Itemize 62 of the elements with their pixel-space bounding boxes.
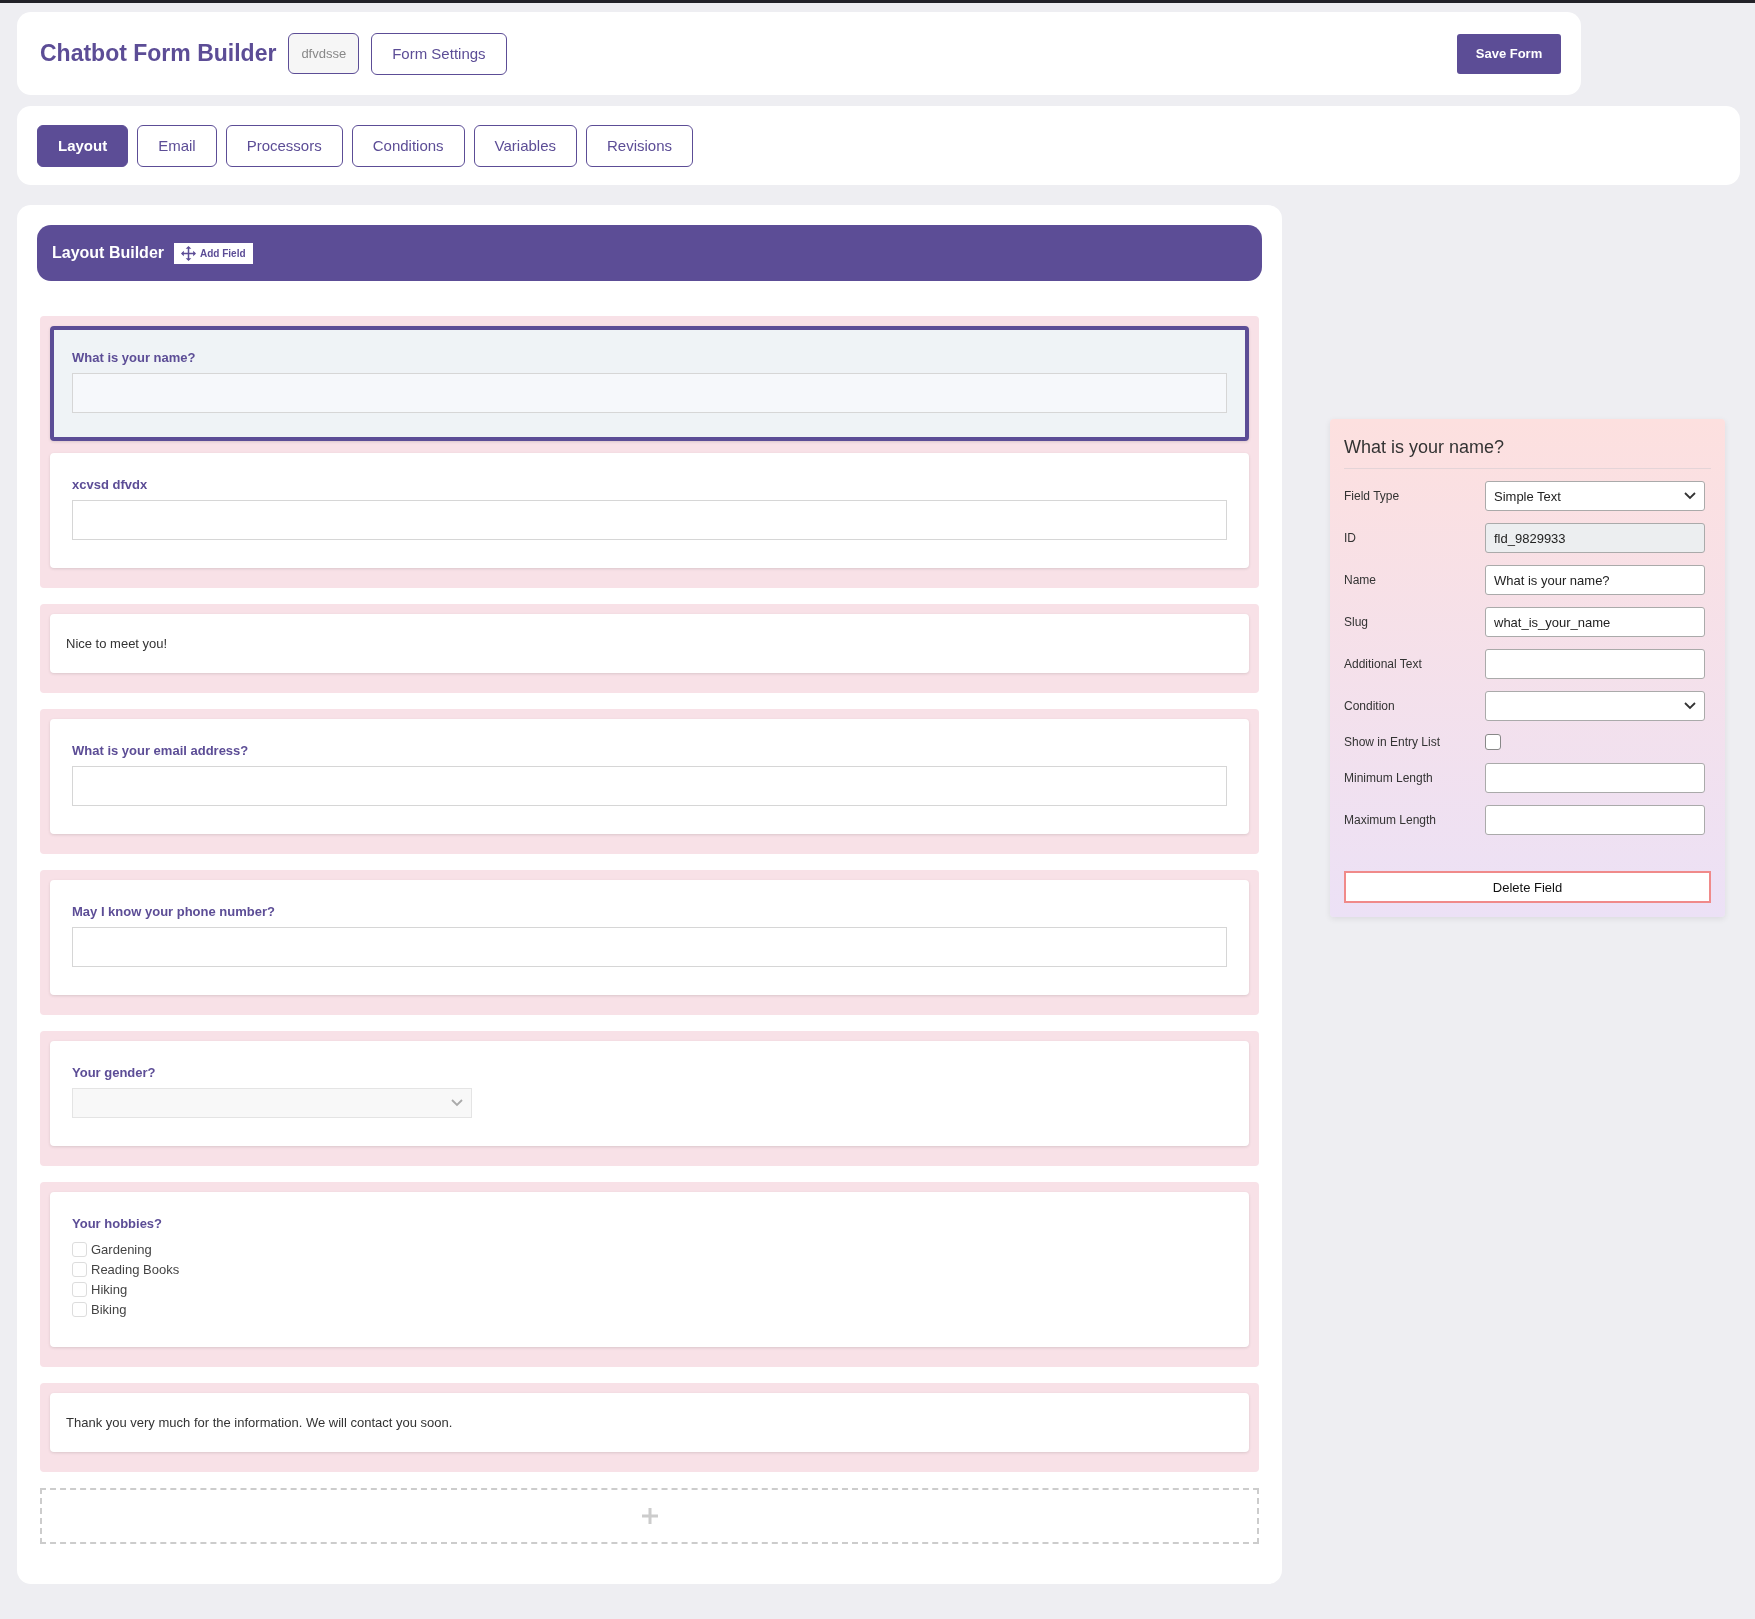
field-label: May I know your phone number? (72, 904, 276, 919)
tab[interactable]: Conditions (351, 124, 465, 167)
panel-title: What is your name? (1344, 437, 1711, 469)
form-settings-button[interactable]: Form Settings (371, 32, 507, 75)
message-text: Thank you very much for the information. We will contact you soon. (66, 1415, 454, 1430)
save-button[interactable]: Save Form (1457, 33, 1561, 74)
text-block[interactable]: Thank you very much for the information. We will contact you soon. (50, 1393, 1249, 1452)
setting-label: ID (1344, 531, 1357, 545)
field-card[interactable]: xcvsd dfvdx (50, 453, 1249, 568)
tab[interactable]: Variables (473, 124, 578, 167)
input-field[interactable]: What is your name? (1485, 565, 1705, 595)
setting-label: Additional Text (1344, 657, 1423, 671)
setting-label: Condition (1344, 699, 1396, 713)
input-field[interactable]: fld_9829933 (1485, 523, 1705, 553)
setting-label: Minimum Length (1344, 771, 1434, 785)
field-label: What is your name? (72, 350, 197, 365)
field-label: Your hobbies? (72, 1216, 164, 1231)
builder-title: Layout Builder (52, 244, 164, 262)
text-block[interactable]: Nice to meet you! (50, 614, 1249, 673)
form-slug: dfvdsse (288, 33, 360, 74)
setting-label: Slug (1344, 615, 1370, 629)
add-row-dropzone[interactable] (40, 1488, 1259, 1544)
option-label: Biking (91, 1301, 127, 1317)
setting-label: Show in Entry List (1344, 735, 1442, 749)
input-field[interactable] (1485, 805, 1705, 835)
tab[interactable]: Layout (37, 124, 129, 167)
chevron-down-icon (451, 1099, 463, 1107)
tab[interactable]: Email (137, 124, 217, 167)
move-arrows-icon (181, 245, 196, 261)
plus-icon (640, 1507, 659, 1525)
dropdown[interactable] (72, 1088, 472, 1118)
app-title: Chatbot Form Builder (40, 40, 277, 67)
option-label: Gardening (91, 1241, 152, 1257)
text-input[interactable] (72, 927, 1227, 967)
select-field[interactable] (1485, 691, 1705, 721)
text-input[interactable] (72, 500, 1227, 540)
field-card[interactable]: May I know your phone number? (50, 880, 1249, 995)
option-label: Reading Books (91, 1261, 180, 1277)
chevron-down-icon (1684, 492, 1696, 500)
field-label: xcvsd dfvdx (72, 477, 149, 492)
add-field-button[interactable]: Add Field (174, 242, 253, 264)
text-input[interactable] (72, 373, 1227, 413)
input-field[interactable] (1485, 763, 1705, 793)
tab[interactable]: Revisions (586, 124, 694, 167)
chevron-down-icon (1684, 702, 1696, 710)
setting-label: Field Type (1344, 489, 1401, 503)
field-card[interactable]: What is your email address? (50, 719, 1249, 834)
field-card[interactable]: Your gender? (50, 1041, 1249, 1146)
checkbox[interactable] (1485, 734, 1501, 750)
message-text: Nice to meet you! (66, 636, 169, 651)
field-card[interactable]: What is your name? (50, 326, 1249, 441)
field-label: What is your email address? (72, 743, 250, 758)
select-field[interactable]: Simple Text (1485, 481, 1705, 511)
field-label: Your gender? (72, 1065, 157, 1080)
input-field[interactable]: what_is_your_name (1485, 607, 1705, 637)
setting-label: Name (1344, 573, 1377, 587)
input-field[interactable] (1485, 649, 1705, 679)
setting-label: Maximum Length (1344, 813, 1438, 827)
option-label: Hiking (91, 1281, 128, 1297)
tab[interactable]: Processors (225, 124, 343, 167)
delete-field-button[interactable]: Delete Field (1344, 871, 1711, 903)
text-input[interactable] (72, 766, 1227, 806)
